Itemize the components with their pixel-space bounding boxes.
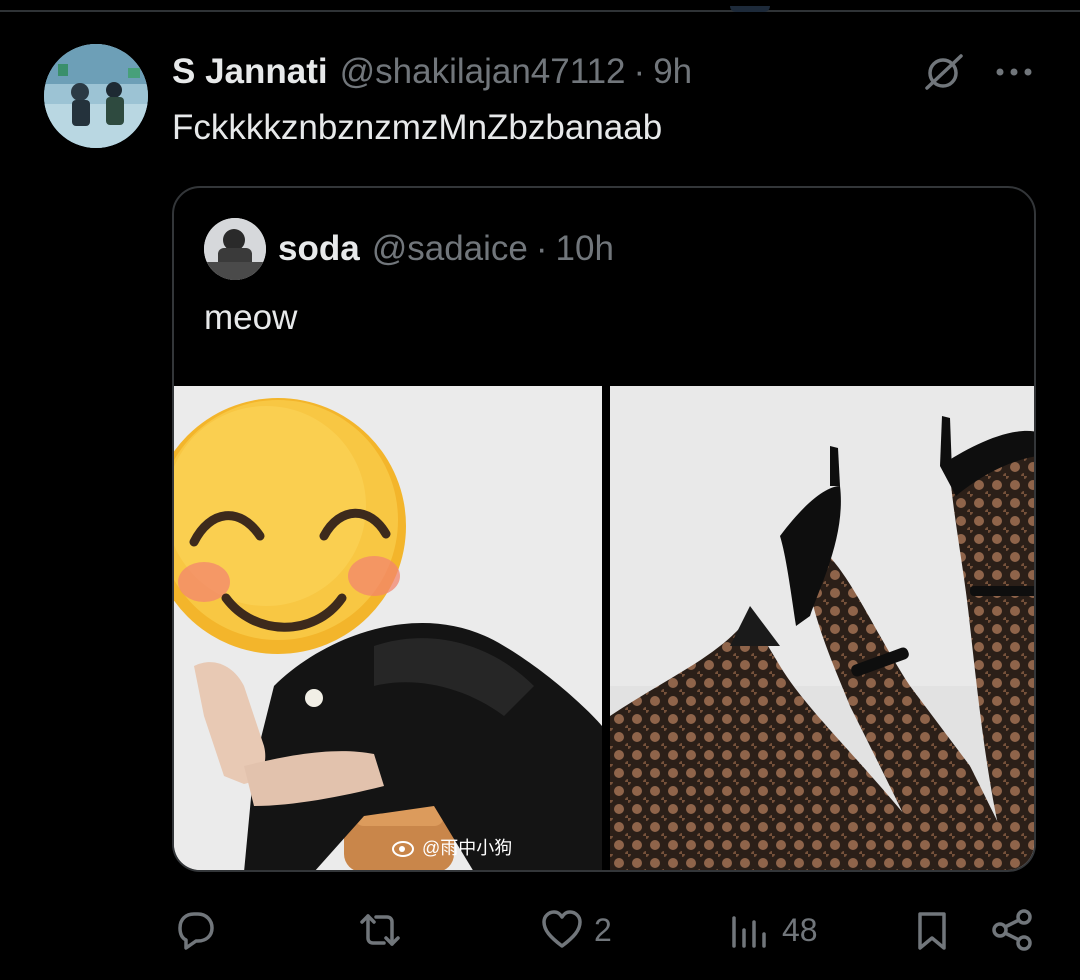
top-divider <box>0 6 1080 12</box>
quoted-author-handle[interactable]: @sadaice <box>372 229 528 269</box>
tweet-time[interactable]: 9h <box>653 52 692 92</box>
grok-icon <box>925 54 963 90</box>
action-bar: 2 48 <box>0 900 1080 960</box>
author-avatar[interactable] <box>44 44 148 148</box>
repost-button[interactable] <box>356 900 414 960</box>
image-watermark: @雨中小狗 <box>392 834 512 860</box>
quoted-tweet[interactable]: soda @sadaice · 10h meow @雨中小狗 <box>172 186 1036 872</box>
bookmark-button[interactable] <box>912 900 952 960</box>
grok-button[interactable] <box>918 50 970 94</box>
reply-button[interactable] <box>172 900 226 960</box>
weibo-icon <box>392 841 414 857</box>
like-count: 2 <box>594 911 612 948</box>
tweet-header: S Jannati @shakilajan47112 · 9h <box>172 48 692 96</box>
quoted-author-name[interactable]: soda <box>278 229 360 269</box>
scroll-indicator <box>730 6 770 12</box>
heart-icon <box>542 910 582 948</box>
views-count: 48 <box>782 911 818 948</box>
reply-icon <box>178 912 214 950</box>
separator-dot: · <box>633 52 646 91</box>
quoted-time: 10h <box>555 229 614 268</box>
tweet-text: FckkkkznbznzmzMnZbzbanaab <box>172 108 663 147</box>
quoted-text: meow <box>204 298 298 337</box>
author-name[interactable]: S Jannati <box>172 52 328 92</box>
quoted-header: soda @sadaice · 10h <box>278 226 614 272</box>
quoted-author-avatar[interactable] <box>204 218 266 280</box>
bookmark-icon <box>918 912 946 950</box>
author-handle[interactable]: @shakilajan47112 <box>340 52 626 92</box>
separator-dot: · <box>535 229 548 268</box>
media-image-1[interactable]: @雨中小狗 <box>174 386 602 870</box>
more-icon <box>996 68 1032 76</box>
more-button[interactable] <box>990 50 1038 94</box>
share-button[interactable] <box>990 900 1034 960</box>
share-icon <box>992 909 1032 951</box>
views-button[interactable]: 48 <box>728 900 818 960</box>
views-icon <box>732 916 766 948</box>
repost-icon <box>360 914 400 946</box>
media-image-2[interactable] <box>610 386 1034 870</box>
like-button[interactable]: 2 <box>540 900 612 960</box>
watermark-text: @雨中小狗 <box>422 838 513 858</box>
